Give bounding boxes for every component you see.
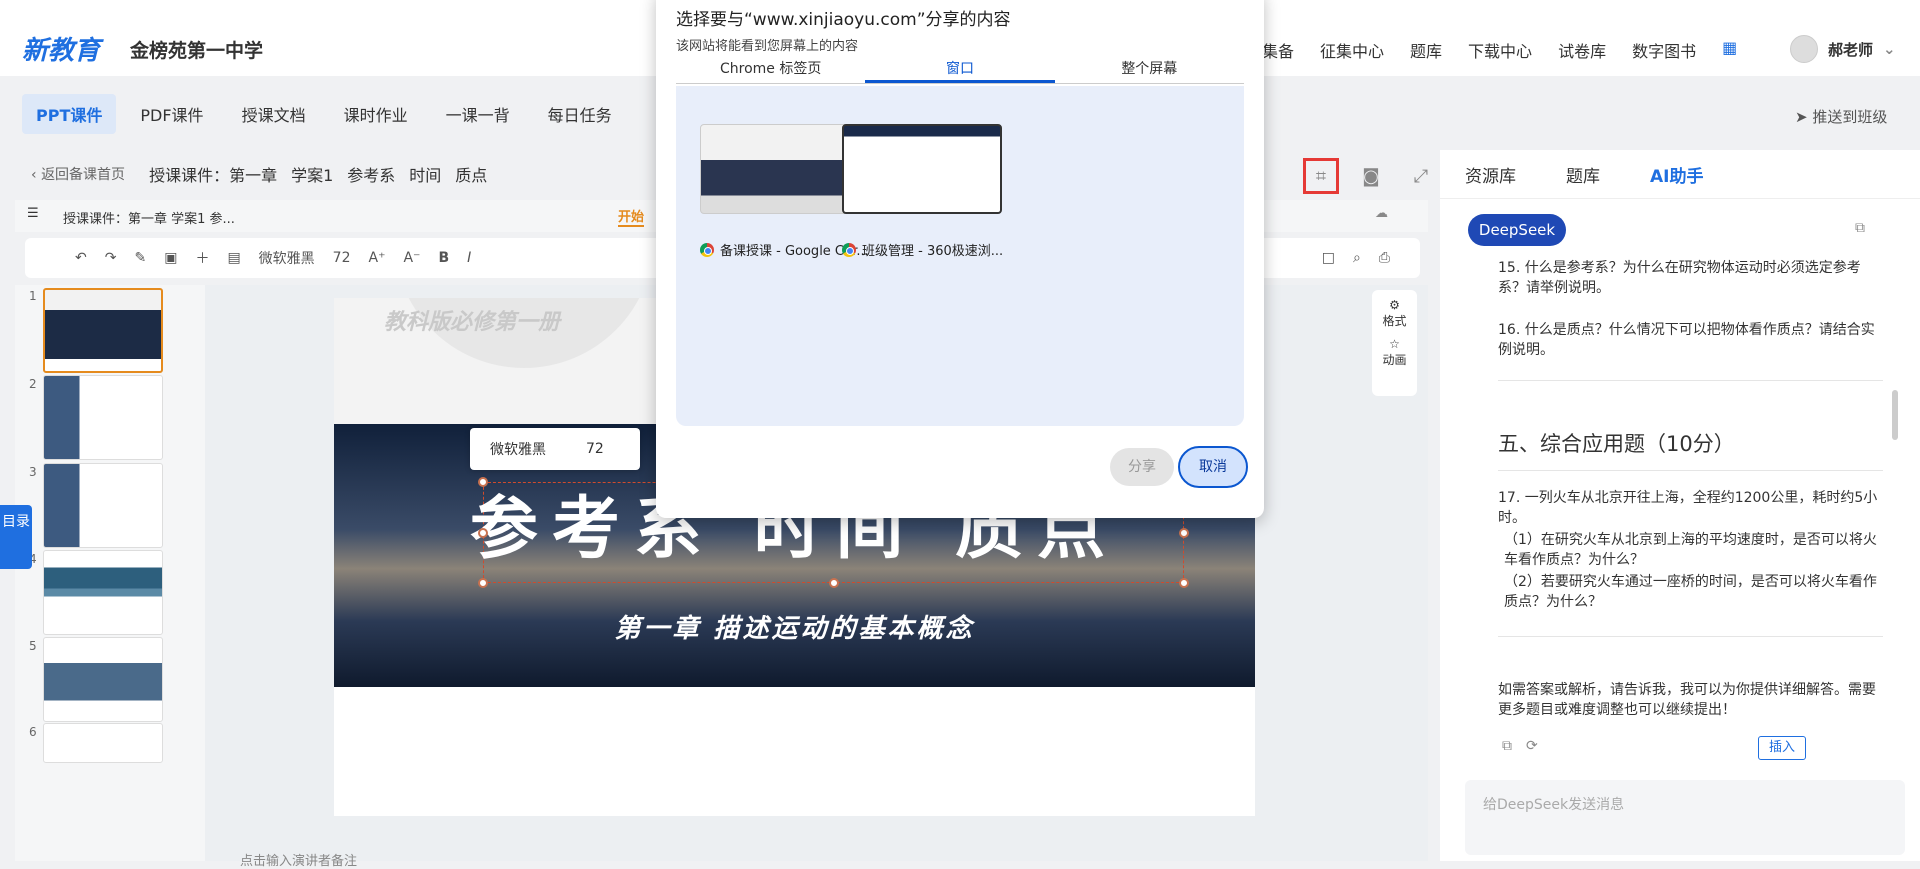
tab-chrome-tabs[interactable]: Chrome 标签页: [676, 54, 865, 83]
dialog-subtitle: 该网站将能看到您屏幕上的内容: [676, 39, 859, 54]
share-button[interactable]: 分享: [1110, 448, 1174, 486]
window-preview-360[interactable]: [842, 124, 1002, 214]
browser-360-icon: [842, 242, 856, 257]
window-title: 班级管理 - 360极速浏...: [862, 244, 1004, 259]
window-picker: 备课授课 - Google Chr... 班级管理 - 360极速浏...: [676, 86, 1244, 426]
window-label-360[interactable]: 班级管理 - 360极速浏...: [842, 240, 1003, 259]
tab-window[interactable]: 窗口: [865, 54, 1055, 83]
tab-entire-screen[interactable]: 整个屏幕: [1055, 54, 1244, 83]
cancel-button[interactable]: 取消: [1178, 446, 1248, 488]
dialog-title: 选择要与“www.xinjiaoyu.com”分享的内容: [676, 10, 1011, 30]
window-preview-chrome[interactable]: [700, 124, 860, 214]
screen-share-dialog: 选择要与“www.xinjiaoyu.com”分享的内容 该网站将能看到您屏幕上…: [656, 0, 1264, 518]
dialog-tabs: Chrome 标签页 窗口 整个屏幕: [676, 54, 1244, 84]
chrome-icon: [700, 242, 714, 257]
